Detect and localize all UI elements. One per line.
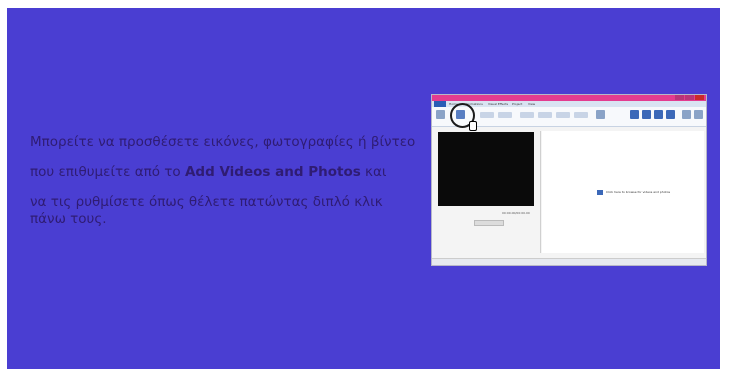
save-movie-icon [682,110,691,119]
youtube-icon [654,110,663,119]
close-icon [695,95,704,100]
storyboard-hint: Click here to browse for videos and phot… [606,190,671,194]
paste-icon [436,110,445,119]
sign-in-icon [694,110,703,119]
play-icon [474,220,504,226]
menu-project: Project [512,102,523,106]
divider [540,131,541,253]
statusbar [432,258,706,265]
share-icon [630,110,639,119]
theme-4-icon [574,112,588,118]
timecode: 00:00.00/00:00.00 [502,211,530,215]
menu-view: View [528,102,536,106]
menu-visual-effects: Visual Effects [488,102,509,106]
paragraph-2: που επιθυμείτε από το Add Videos and Pho… [30,164,420,181]
add-photo-icon [597,190,603,195]
video-preview [438,132,534,206]
paragraph-1: Μπορείτε να προσθέσετε εικόνες, φωτογραφ… [30,134,416,150]
rotate-icon [596,110,605,119]
p2-after: και [360,164,387,180]
p2-before: που επιθυμείτε από το [30,164,185,180]
cursor-hand-icon [469,121,477,131]
theme-3-icon [556,112,570,118]
slide-text: Μπορείτε να προσθέσετε εικόνες, φωτογραφ… [30,134,420,241]
maximize-icon [685,95,694,100]
skydrive-icon [666,110,675,119]
theme-1-icon [520,112,534,118]
minimize-icon [675,95,684,100]
snapshot-icon [498,112,512,118]
theme-2-icon [538,112,552,118]
facebook-icon [642,110,651,119]
movie-maker-screenshot: Home Animations Visual Effects Project V… [431,94,707,266]
paragraph-3: να τις ρυθμίσετε όπως θέλετε πατώντας δι… [30,194,383,227]
add-music-icon [480,112,494,118]
p2-bold: Add Videos and Photos [184,164,361,180]
